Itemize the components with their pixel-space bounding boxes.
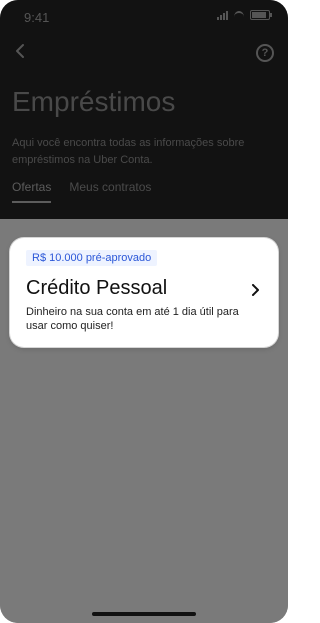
home-indicator[interactable] [92, 612, 196, 616]
tab-meus-contratos[interactable]: Meus contratos [69, 180, 151, 203]
battery-icon [250, 10, 272, 20]
header: 9:41 ? Empréstimos Aqui você encontra to… [0, 0, 288, 219]
status-icons [217, 10, 272, 20]
tabs: Ofertas Meus contratos [12, 180, 151, 203]
chevron-right-icon [252, 284, 259, 296]
pre-approved-badge: R$ 10.000 pré-aprovado [26, 250, 158, 266]
app-screen: 9:41 ? Empréstimos Aqui você encontra to… [0, 0, 288, 623]
wifi-icon [233, 10, 245, 20]
offer-card[interactable]: R$ 10.000 pré-aprovado Crédito Pessoal D… [10, 238, 278, 347]
tab-ofertas[interactable]: Ofertas [12, 180, 52, 203]
signal-icon [217, 10, 228, 20]
page-title: Empréstimos [12, 86, 176, 117]
chevron-left-icon [16, 44, 24, 58]
back-button[interactable] [13, 43, 27, 59]
page-subtitle: Aqui você encontra todas as informações … [12, 137, 245, 166]
status-bar: 9:41 [0, 0, 288, 34]
offer-title: Crédito Pessoal [26, 277, 168, 299]
offer-description: Dinheiro na sua conta em até 1 dia útil … [26, 306, 239, 332]
status-time: 9:41 [24, 10, 50, 25]
help-button[interactable]: ? [256, 44, 274, 62]
help-circle-icon: ? [261, 47, 269, 59]
